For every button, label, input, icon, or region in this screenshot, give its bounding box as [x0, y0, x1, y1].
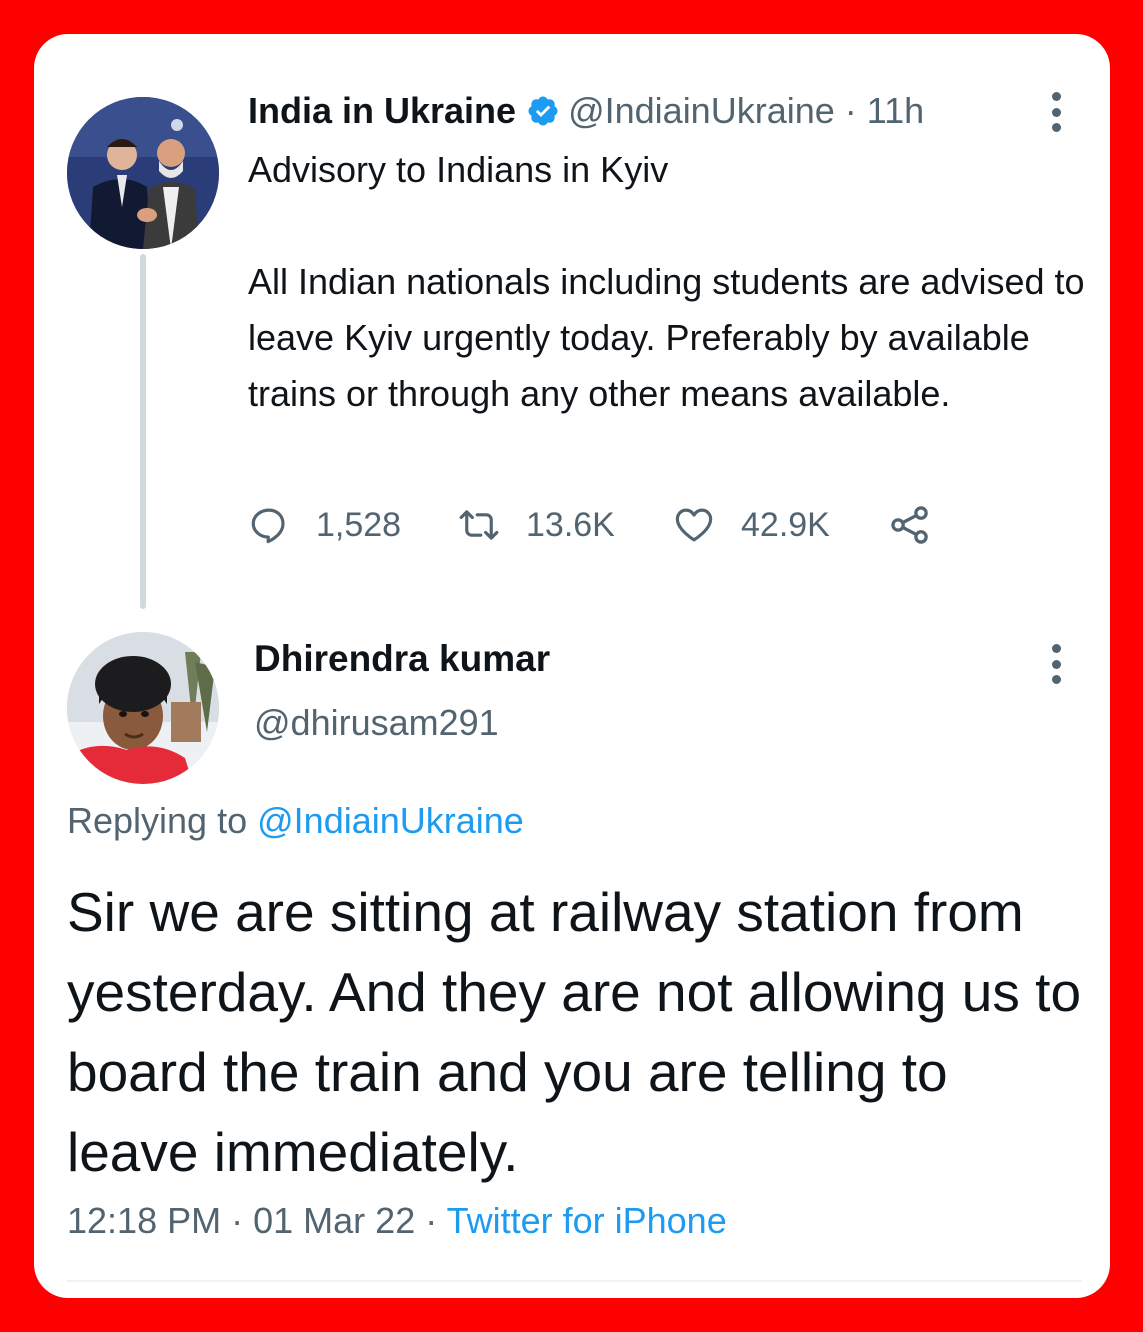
- tweet-text: Advisory to Indians in Kyiv All Indian n…: [248, 142, 1088, 422]
- reply-source[interactable]: Twitter for iPhone: [447, 1200, 727, 1241]
- meta-separator-2: ·: [425, 1200, 438, 1241]
- like-count: 42.9K: [741, 505, 830, 544]
- share-icon: [891, 506, 928, 544]
- reply-count: 1,528: [316, 505, 402, 544]
- divider: [67, 1280, 1082, 1282]
- like-button[interactable]: 42.9K: [673, 504, 888, 546]
- reply-author-handle[interactable]: @dhirusam291: [254, 702, 499, 744]
- retweet-icon: [459, 510, 499, 540]
- retweet-count: 13.6K: [526, 505, 615, 544]
- tweet-actions: 1,528 13.6K 42.9K: [248, 500, 932, 550]
- thread-line: [140, 254, 146, 609]
- author-handle[interactable]: @IndiainUkraine: [568, 90, 835, 132]
- reply-author-name[interactable]: Dhirendra kumar: [254, 638, 550, 680]
- like-icon: [675, 508, 713, 542]
- replying-to: Replying to @IndiainUkraine: [67, 800, 524, 842]
- replying-to-link[interactable]: @IndiainUkraine: [257, 800, 524, 841]
- tweet-text-title: Advisory to Indians in Kyiv: [248, 149, 669, 190]
- replying-prefix: Replying to: [67, 800, 248, 841]
- reply-meta: 12:18 PM · 01 Mar 22 · Twitter for iPhon…: [67, 1200, 727, 1242]
- tweet-header: India in Ukraine @IndiainUkraine · 11h: [248, 86, 1048, 136]
- reply-text: Sir we are sitting at railway station fr…: [67, 881, 1082, 1183]
- verified-badge-icon: [528, 96, 558, 126]
- header-separator: ·: [844, 90, 857, 131]
- reply-date[interactable]: 01 Mar 22: [253, 1200, 415, 1241]
- more-icon[interactable]: [1050, 92, 1062, 132]
- reply-time[interactable]: 12:18 PM: [67, 1200, 221, 1241]
- tweet-time[interactable]: 11h: [867, 90, 924, 132]
- reply-button[interactable]: 1,528: [248, 504, 458, 546]
- share-button[interactable]: [888, 503, 932, 547]
- retweet-button[interactable]: 13.6K: [458, 504, 673, 546]
- reply-more-icon[interactable]: [1050, 644, 1062, 684]
- author-name[interactable]: India in Ukraine: [248, 90, 516, 132]
- avatar-india-in-ukraine[interactable]: [67, 97, 219, 249]
- avatar-dhirendra-kumar[interactable]: [67, 632, 219, 784]
- tweet-text-body: All Indian nationals including students …: [248, 261, 1085, 414]
- meta-separator-1: ·: [231, 1200, 244, 1241]
- reply-icon: [251, 508, 285, 544]
- tweet-card: India in Ukraine @IndiainUkraine · 11h A…: [34, 34, 1110, 1298]
